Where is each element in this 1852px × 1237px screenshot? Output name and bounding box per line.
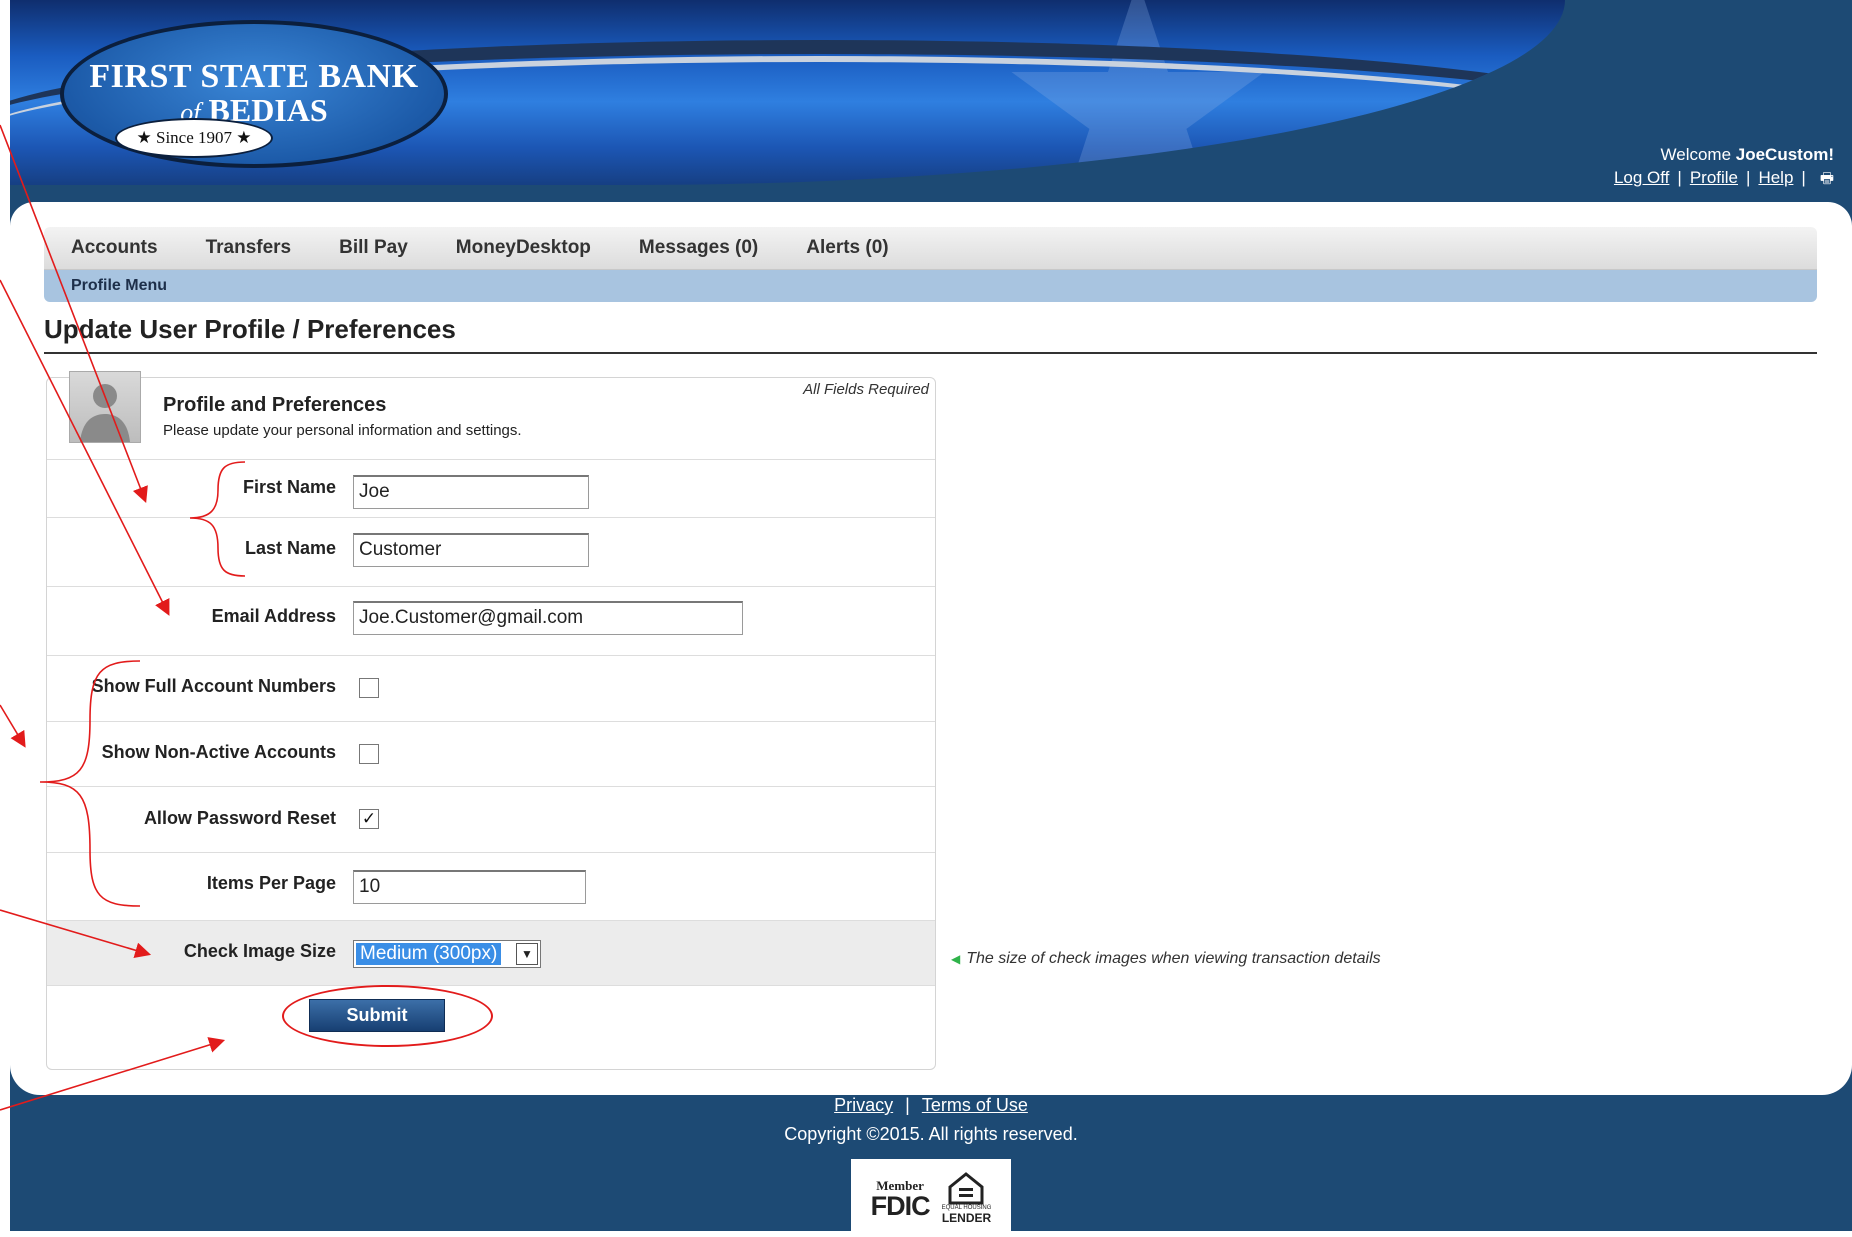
last-name-input[interactable]: Customer (353, 533, 589, 567)
show-non-active-checkbox[interactable] (359, 744, 379, 764)
fdic-word: FDIC (870, 1191, 931, 1221)
last-name-label: Last Name (244, 538, 336, 558)
row-first-name: First Name Joe (47, 460, 935, 518)
profile-form: Profile and Preferences Please update yo… (46, 371, 936, 1070)
first-name-input[interactable]: Joe (353, 475, 589, 509)
main-nav: Accounts Transfers Bill Pay MoneyDesktop Mes… (44, 227, 1817, 270)
separator: | (1801, 168, 1806, 187)
welcome-text: Welcome JoeCustom! (1614, 145, 1835, 165)
show-full-accounts-label: Show Full Account Numbers (91, 676, 336, 696)
equal-housing-badge: EQUAL HOUSING LENDER (941, 1171, 992, 1225)
hint-text: The size of check images when viewing tr… (966, 950, 1381, 967)
items-per-page-label: Items Per Page (206, 873, 336, 893)
separator: | (1677, 168, 1682, 187)
welcome-area: Welcome JoeCustom! Log Off | Profile | Help |… (1614, 145, 1834, 193)
privacy-link[interactable]: Privacy (834, 1095, 893, 1115)
content-panel: Accounts Transfers Bill Pay MoneyDesktop Mes… (10, 202, 1852, 1095)
check-image-size-select[interactable]: Medium (300px) ▼ (353, 940, 541, 968)
equal-housing-icon (948, 1172, 984, 1205)
subnav-profile-menu[interactable]: Profile Menu (71, 270, 167, 302)
user-silhouette-icon (69, 371, 141, 443)
nav-accounts[interactable]: Accounts (71, 227, 158, 269)
show-non-active-label: Show Non-Active Accounts (101, 742, 336, 762)
row-last-name: Last Name Customer (47, 518, 935, 587)
items-per-page-input[interactable]: 10 (353, 870, 586, 904)
fdic-badge: Member FDIC (870, 1178, 931, 1221)
row-check-image-size: Check Image Size Medium (300px) ▼ (47, 921, 935, 986)
footer: Privacy | Terms of Use Copyright ©2015. Al… (10, 1095, 1852, 1237)
nav-messages[interactable]: Messages (0) (639, 227, 758, 269)
form-subtitle: Please update your personal information … (163, 422, 522, 439)
terms-link[interactable]: Terms of Use (922, 1095, 1028, 1115)
row-submit: Submit (47, 985, 935, 1060)
ehl-lender-text: LENDER (941, 1211, 992, 1225)
required-note: All Fields Required (803, 381, 929, 398)
sub-nav: Profile Menu (44, 270, 1817, 302)
chevron-down-icon[interactable]: ▼ (516, 943, 538, 965)
row-items-per-page: Items Per Page 10 (47, 853, 935, 921)
first-name-label: First Name (242, 477, 336, 497)
footer-links: Privacy | Terms of Use (10, 1095, 1852, 1116)
submit-wrap: Submit (282, 985, 493, 1047)
nav-transfers[interactable]: Transfers (206, 227, 292, 269)
check-image-size-label: Check Image Size (183, 941, 336, 961)
welcome-prefix: Welcome (1660, 145, 1736, 164)
profile-link[interactable]: Profile (1690, 168, 1738, 187)
row-show-full-accounts: Show Full Account Numbers (47, 656, 935, 722)
logo-name-line1: FIRST STATE BANK (89, 58, 419, 95)
logoff-link[interactable]: Log Off (1614, 168, 1669, 187)
email-input[interactable]: Joe.Customer@gmail.com (353, 601, 743, 635)
logo-name-line2: of BEDIAS (64, 92, 444, 129)
allow-reset-checkbox[interactable]: ✓ (359, 809, 379, 829)
row-allow-reset: Allow Password Reset ✓ (47, 787, 935, 853)
check-image-size-value: Medium (300px) (356, 943, 502, 965)
title-divider (44, 352, 1817, 354)
top-links: Log Off | Profile | Help | 🖶 (1614, 168, 1834, 193)
separator: | (1746, 168, 1751, 187)
check-image-hint: ◀ The size of check images when viewing t… (951, 950, 1381, 968)
form-header: Profile and Preferences Please update yo… (47, 371, 935, 460)
page-title: Update User Profile / Preferences (44, 314, 456, 344)
show-full-accounts-checkbox[interactable] (359, 678, 379, 698)
submit-button[interactable]: Submit (309, 999, 445, 1032)
row-show-non-active: Show Non-Active Accounts (47, 722, 935, 787)
help-link[interactable]: Help (1758, 168, 1793, 187)
allow-reset-label: Allow Password Reset (143, 808, 336, 828)
separator: | (905, 1095, 910, 1115)
welcome-username: JoeCustom! (1735, 145, 1834, 164)
form-title: Profile and Preferences (163, 394, 387, 416)
badges: Member FDIC EQUAL HOUSING LENDER (851, 1159, 1011, 1237)
copyright: Copyright ©2015. All rights reserved. (784, 1124, 1078, 1144)
nav-alerts[interactable]: Alerts (0) (806, 227, 888, 269)
email-label: Email Address (211, 606, 336, 626)
logo-since-badge: ★ Since 1907 ★ (115, 118, 273, 158)
row-email: Email Address Joe.Customer@gmail.com (47, 587, 935, 656)
printer-icon[interactable]: 🖶 (1820, 168, 1834, 193)
nav-bill-pay[interactable]: Bill Pay (339, 227, 408, 269)
hint-arrow-icon: ◀ (951, 952, 961, 966)
nav-moneydesktop[interactable]: MoneyDesktop (456, 227, 591, 269)
